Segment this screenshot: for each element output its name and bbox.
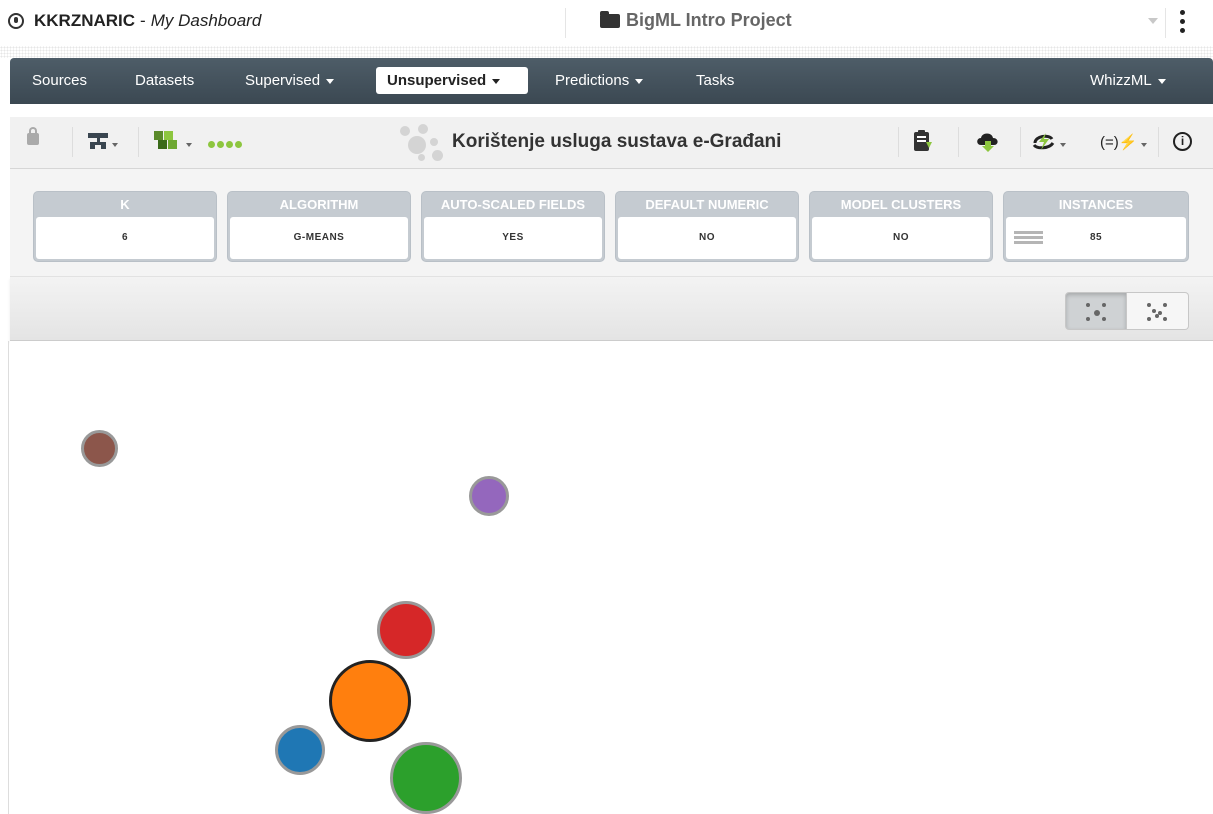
nav-tasks[interactable]: Tasks <box>696 72 734 89</box>
toolbar-divider <box>1158 127 1159 157</box>
stat-label: AUTO-SCALED FIELDS <box>440 197 586 212</box>
stat-value: NO <box>812 217 990 259</box>
user-separator: - <box>140 11 146 30</box>
nav-datasets[interactable]: Datasets <box>135 72 194 89</box>
list-icon <box>1014 231 1043 245</box>
toolbar-divider <box>138 127 139 157</box>
chevron-down-icon <box>635 78 644 84</box>
stat-value: NO <box>618 217 796 259</box>
chevron-down-icon <box>492 78 501 84</box>
stat-value: 85 <box>1006 217 1186 259</box>
canvas-border <box>8 341 9 814</box>
stat-label: INSTANCES <box>1058 197 1134 212</box>
cluster-bubble-4[interactable] <box>275 725 325 775</box>
kebab-menu-icon[interactable] <box>1180 10 1186 36</box>
divider <box>1165 8 1166 38</box>
view-toolbar <box>10 277 1213 341</box>
lightning-actions-icon[interactable] <box>1031 129 1057 153</box>
stat-label: DEFAULT NUMERIC <box>645 197 769 212</box>
stat-label: MODEL CLUSTERS <box>840 197 962 212</box>
centroid-view-button[interactable] <box>1127 292 1189 330</box>
centroid-view-icon <box>1147 303 1167 321</box>
user-menu[interactable]: KKRZNARIC - My Dashboard <box>8 11 261 31</box>
nav-whizzml[interactable]: WhizzML <box>1090 72 1166 89</box>
stat-label: K <box>120 197 130 212</box>
stat-label: ALGORITHM <box>279 197 359 212</box>
cluster-bubble-1[interactable] <box>469 476 509 516</box>
folder-icon <box>600 10 620 28</box>
project-dropdown-chevron-down-icon[interactable] <box>1148 18 1158 24</box>
toolbar-divider <box>898 127 899 157</box>
cloud-download-icon[interactable] <box>975 129 1001 153</box>
project-selector[interactable]: BigML Intro Project <box>600 10 792 31</box>
stat-card-k: K 6 <box>33 191 217 262</box>
user-circle-icon <box>8 13 24 29</box>
actions-dropdown-chevron-down-icon[interactable] <box>1060 143 1066 147</box>
cluster-view-button[interactable] <box>1065 292 1127 330</box>
stat-value: YES <box>424 217 602 259</box>
nav-unsupervised[interactable]: Unsupervised <box>376 67 528 94</box>
stat-card-default-numeric: DEFAULT NUMERIC NO <box>615 191 799 262</box>
divider <box>565 8 566 38</box>
formula-icon[interactable]: (=)⚡ <box>1100 133 1137 157</box>
toolbar-divider <box>958 127 959 157</box>
sample-dropdown-chevron-down-icon[interactable] <box>186 143 192 147</box>
formula-dropdown-chevron-down-icon[interactable] <box>1141 143 1147 147</box>
stat-card-instances[interactable]: INSTANCES 85 <box>1003 191 1189 262</box>
toolbar-divider <box>1020 127 1021 157</box>
nav-sources[interactable]: Sources <box>32 72 87 89</box>
nav-supervised[interactable]: Supervised <box>245 72 335 89</box>
cluster-view-icon <box>1086 303 1106 321</box>
sample-icon[interactable] <box>154 131 178 151</box>
clipboard-download-icon[interactable] <box>912 129 934 153</box>
stat-value: G-MEANS <box>230 217 408 259</box>
user-name: KKRZNARIC <box>34 11 136 30</box>
toolbar-divider <box>72 127 73 157</box>
lock-icon[interactable] <box>27 127 39 145</box>
stat-value: 6 <box>36 217 214 259</box>
tree-dropdown-chevron-down-icon[interactable] <box>112 143 118 147</box>
stat-card-model-clusters: MODEL CLUSTERS NO <box>809 191 993 262</box>
dotted-strip <box>0 46 1213 58</box>
cluster-bubble-5[interactable] <box>390 742 462 814</box>
dashboard-link[interactable]: My Dashboard <box>151 11 262 31</box>
cluster-bubble-0[interactable] <box>81 430 118 467</box>
chevron-down-icon <box>326 78 335 84</box>
info-icon[interactable]: i <box>1173 132 1192 151</box>
model-title: Korištenje usluga sustava e-Građani <box>452 131 782 152</box>
top-bar: KKRZNARIC - My Dashboard BigML Intro Pro… <box>0 0 1213 46</box>
stat-card-algorithm: ALGORITHM G-MEANS <box>227 191 411 262</box>
cluster-bubble-2[interactable] <box>377 601 435 659</box>
chevron-down-icon <box>1157 78 1166 84</box>
stat-card-auto-scaled-fields: AUTO-SCALED FIELDS YES <box>421 191 605 262</box>
cluster-bubble-3[interactable] <box>329 660 411 742</box>
nav-predictions[interactable]: Predictions <box>555 72 644 89</box>
tree-model-icon[interactable] <box>88 133 108 149</box>
main-navbar: Sources Datasets Supervised Unsupervised… <box>10 58 1213 104</box>
cluster-canvas <box>10 341 1213 814</box>
cluster-icon <box>400 124 444 164</box>
status-dots-icon <box>208 141 244 148</box>
project-name: BigML Intro Project <box>626 10 792 30</box>
